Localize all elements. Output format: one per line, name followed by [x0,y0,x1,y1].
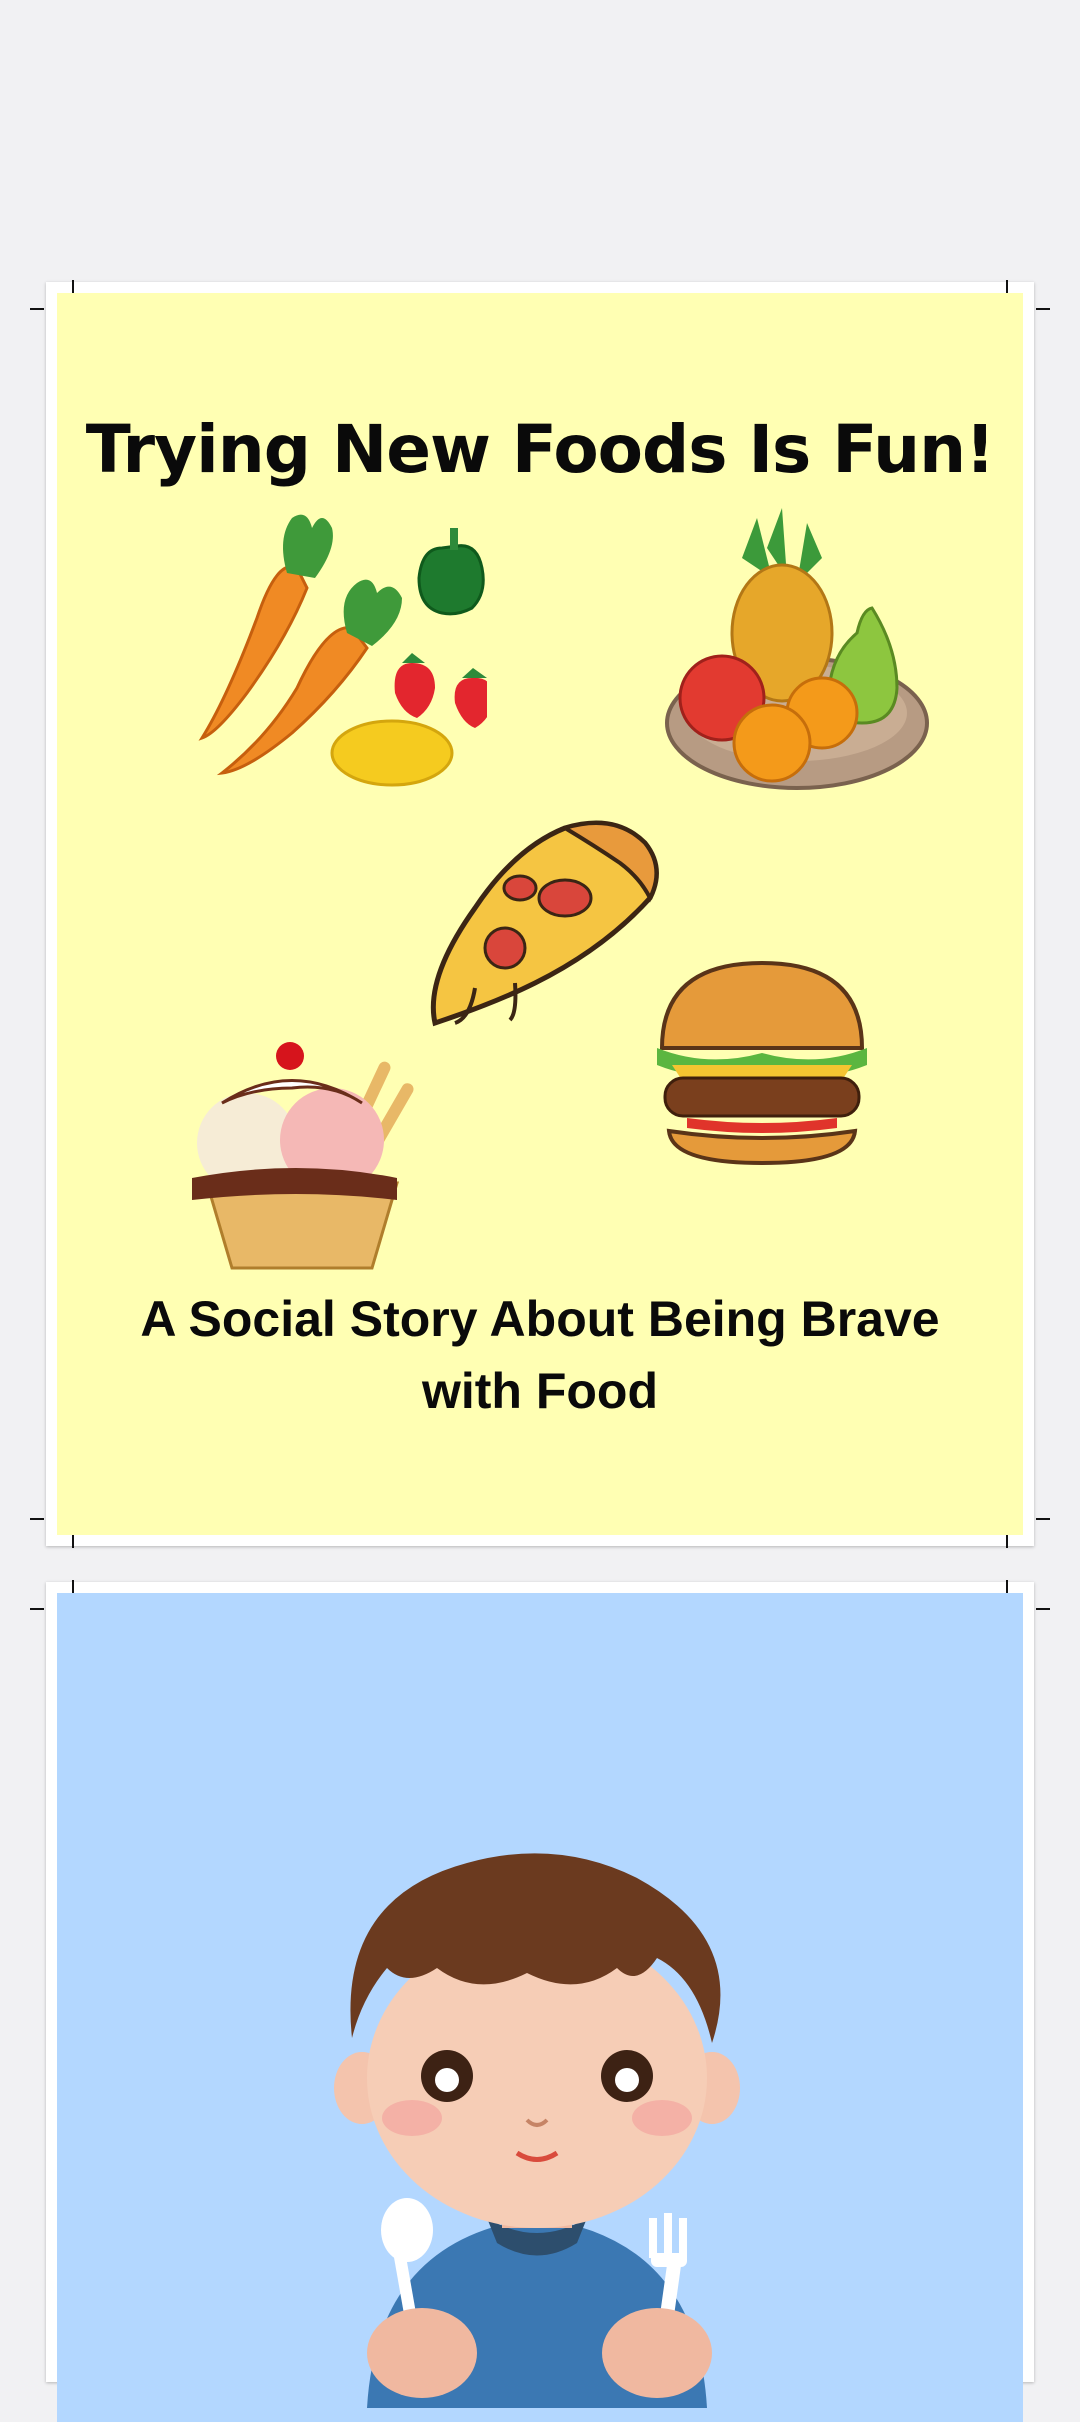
crop-mark [72,280,74,294]
pizza-slice-illustration [430,820,659,1027]
page-2-canvas [57,1593,1023,2422]
crop-mark [30,1608,44,1610]
crop-mark [30,1518,44,1520]
hamburger-illustration [657,960,867,1166]
child-with-utensils-illustration [334,1853,740,2408]
crop-mark [1036,1608,1050,1610]
crop-mark [1006,1534,1008,1548]
crop-mark [1036,308,1050,310]
page-title: Trying New Foods Is Fun! [85,411,995,488]
story-page-2 [30,1580,1050,2422]
crop-mark [30,308,44,310]
crop-mark [1006,1580,1008,1594]
page-subtitle: A Social Story About Being Brave with Fo… [140,1291,940,1419]
fruit-bowl-illustration [665,508,929,790]
crop-mark [72,1580,74,1594]
vegetables-illustration [198,514,487,787]
ice-cream-illustration [192,1042,414,1270]
crop-mark [72,1534,74,1548]
story-page-cover: Trying New Foods Is Fun! A Social Story … [30,280,1050,1548]
crop-mark [1006,280,1008,294]
crop-mark [1036,1518,1050,1520]
cover-canvas: Trying New Foods Is Fun! A Social Story … [57,293,1023,1535]
